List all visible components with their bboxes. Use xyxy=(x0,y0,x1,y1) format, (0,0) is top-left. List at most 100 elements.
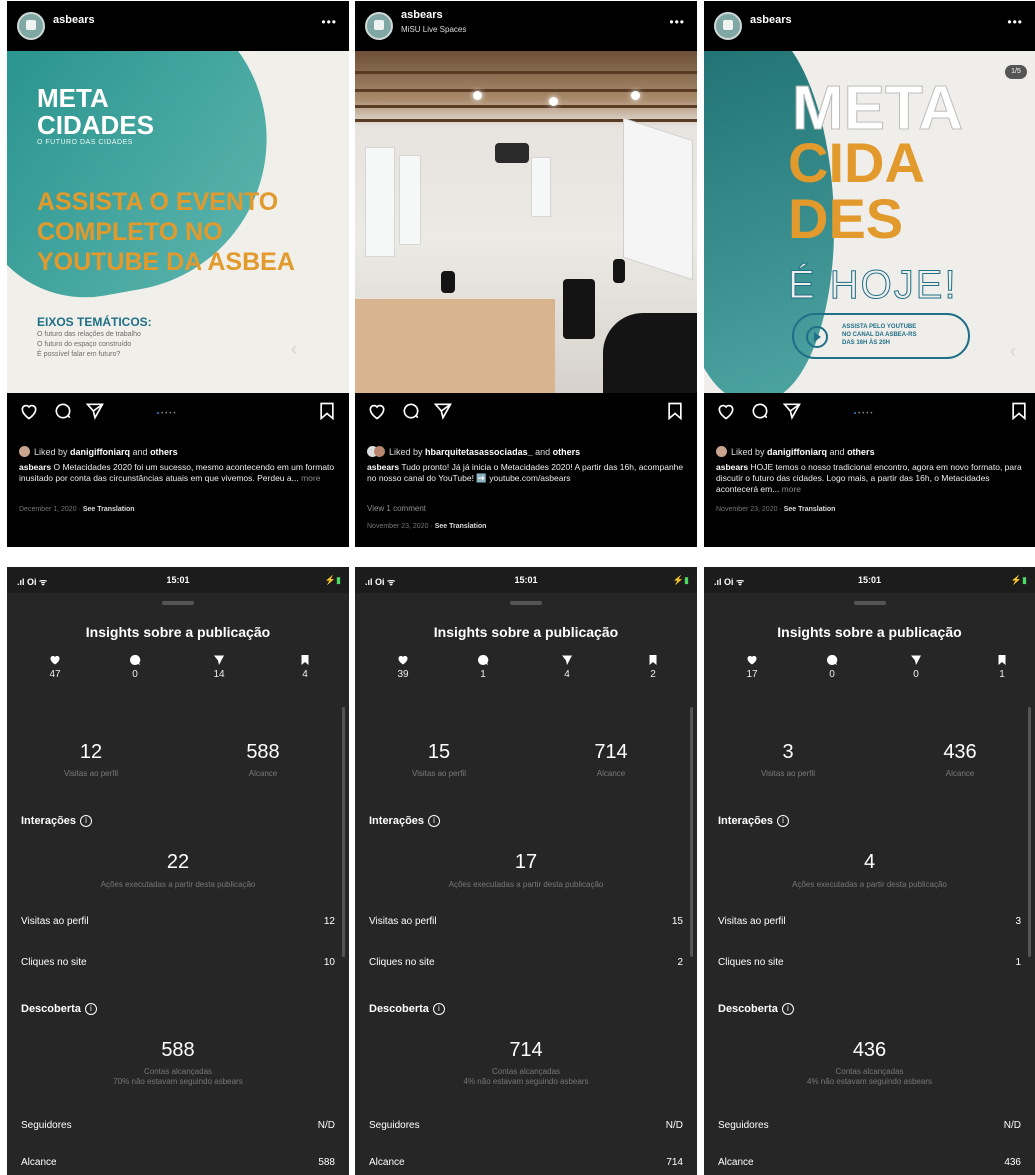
row-followers[interactable]: Seguidores N/D xyxy=(369,1120,683,1131)
info-icon[interactable]: i xyxy=(428,815,441,827)
likes-others[interactable]: others xyxy=(150,447,178,457)
interactions-title: Interações xyxy=(21,815,77,827)
battery-icon: ⚡▮ xyxy=(1010,575,1027,585)
carousel-counter-badge: 1/5 xyxy=(1005,65,1027,79)
camera xyxy=(441,271,455,293)
row-reach[interactable]: Alcance 714 xyxy=(369,1157,683,1168)
row-label: Seguidores xyxy=(21,1120,72,1131)
info-icon[interactable]: i xyxy=(777,815,790,827)
headline-line: YOUTUBE DA ASBEA xyxy=(37,248,295,276)
row-label: Cliques no site xyxy=(718,957,784,968)
row-followers[interactable]: Seguidores N/D xyxy=(718,1120,1021,1131)
row-followers[interactable]: Seguidores N/D xyxy=(21,1120,335,1131)
share-icon[interactable] xyxy=(782,401,802,421)
comments-stat: 0 xyxy=(812,654,852,680)
see-translation-link[interactable]: See Translation xyxy=(784,506,836,513)
accounts-reached-value: 714 xyxy=(509,1039,543,1061)
sheet-handle[interactable] xyxy=(853,601,886,605)
more-link[interactable]: more xyxy=(782,484,801,494)
comment-icon[interactable] xyxy=(401,401,421,421)
caption-username[interactable]: asbears xyxy=(716,462,748,472)
more-link[interactable]: more xyxy=(301,473,320,483)
reach-value: 714 xyxy=(594,741,628,763)
post-image[interactable]: META CIDADES O FUTURO DAS CIDADES ASSIST… xyxy=(7,51,349,393)
sheet-handle[interactable] xyxy=(162,601,194,605)
likes-others[interactable]: others xyxy=(553,447,581,457)
share-icon[interactable] xyxy=(433,401,453,421)
window xyxy=(399,155,421,245)
caption-username[interactable]: asbears xyxy=(19,462,51,472)
post-header: asbears ••• xyxy=(7,1,349,51)
liker-username[interactable]: hbarquitetasassociadas_ xyxy=(425,447,533,457)
scrollbar[interactable] xyxy=(342,707,345,957)
info-icon[interactable]: i xyxy=(80,815,93,827)
comment-icon[interactable] xyxy=(750,401,770,421)
camera xyxy=(603,313,697,393)
post-image[interactable]: 1/5 META CIDA DES É HOJE! ASSISTA PELO Y… xyxy=(704,51,1035,393)
saves-count: 2 xyxy=(650,669,656,680)
comment-icon[interactable] xyxy=(53,401,73,421)
see-translation-link[interactable]: See Translation xyxy=(435,523,487,530)
row-reach[interactable]: Alcance 436 xyxy=(718,1157,1021,1168)
row-label: Alcance xyxy=(369,1157,405,1168)
row-label: Seguidores xyxy=(369,1120,420,1131)
heart-icon[interactable] xyxy=(716,401,736,421)
row-label: Cliques no site xyxy=(369,957,435,968)
post-image[interactable] xyxy=(355,51,697,393)
heart-icon xyxy=(50,655,60,665)
profile-visits-label: Visitas ao perfil xyxy=(63,769,119,778)
bookmark-icon[interactable] xyxy=(317,401,337,421)
info-icon[interactable]: i xyxy=(84,1003,97,1015)
bookmark-icon xyxy=(649,655,657,665)
accounts-reached-label: Contas alcançadas xyxy=(491,1067,561,1076)
info-icon[interactable]: i xyxy=(781,1003,794,1015)
post-username[interactable]: asbears xyxy=(53,14,95,26)
row-reach[interactable]: Alcance 588 xyxy=(21,1157,335,1168)
sheet-handle[interactable] xyxy=(510,601,542,605)
row-profile-visits[interactable]: Visitas ao perfil 15 xyxy=(369,916,683,927)
share-icon[interactable] xyxy=(85,401,105,421)
scrollbar[interactable] xyxy=(690,707,693,957)
row-label: Alcance xyxy=(21,1157,57,1168)
see-translation-link[interactable]: See Translation xyxy=(83,506,135,513)
caption-username[interactable]: asbears xyxy=(367,462,399,472)
reach-value: 436 xyxy=(943,741,977,763)
post-location[interactable]: MiSU Live Spaces xyxy=(401,25,466,34)
comments-stat: 1 xyxy=(463,654,503,680)
row-site-clicks[interactable]: Cliques no site 10 xyxy=(21,957,335,968)
heart-icon[interactable] xyxy=(19,401,39,421)
image-item: É possível falar em futuro? xyxy=(37,351,121,358)
row-site-clicks[interactable]: Cliques no site 2 xyxy=(369,957,683,968)
post-2: asbears MiSU Live Spaces ••• Liked by hb… xyxy=(355,1,697,547)
likes-count: 39 xyxy=(397,669,409,680)
window xyxy=(531,157,551,217)
view-comments-link[interactable]: View 1 comment xyxy=(367,504,426,513)
post-caption: asbears Tudo pronto! Já já inicia o Meta… xyxy=(367,462,687,484)
post-date: December 1, 2020 xyxy=(19,506,77,513)
likes-others[interactable]: others xyxy=(847,447,875,457)
more-icon[interactable]: ••• xyxy=(1007,15,1023,29)
avatar[interactable] xyxy=(714,12,742,40)
caption-text: Tudo pronto! Já já inicia o Metacidades … xyxy=(367,462,684,483)
likes-prefix: Liked by xyxy=(389,447,426,457)
post-date-line: December 1, 2020 · See Translation xyxy=(19,506,135,513)
more-icon[interactable]: ••• xyxy=(321,15,337,29)
heart-icon[interactable] xyxy=(367,401,387,421)
row-profile-visits[interactable]: Visitas ao perfil 3 xyxy=(718,916,1021,927)
post-username[interactable]: asbears xyxy=(750,14,792,26)
avatar[interactable] xyxy=(365,12,393,40)
post-username[interactable]: asbears xyxy=(401,9,443,21)
liker-username[interactable]: danigiffoniarq xyxy=(70,447,130,457)
row-profile-visits[interactable]: Visitas ao perfil 12 xyxy=(21,916,335,927)
scrollbar[interactable] xyxy=(1028,707,1031,957)
more-icon[interactable]: ••• xyxy=(669,15,685,29)
liker-username[interactable]: danigiffoniarq xyxy=(767,447,827,457)
bookmark-icon[interactable] xyxy=(665,401,685,421)
insights-title: Insights sobre a publicação xyxy=(433,624,619,640)
reach-label: Alcance xyxy=(945,769,975,778)
avatar[interactable] xyxy=(17,12,45,40)
info-icon[interactable]: i xyxy=(432,1003,445,1015)
likes-prefix: Liked by xyxy=(731,447,768,457)
row-site-clicks[interactable]: Cliques no site 1 xyxy=(718,957,1021,968)
bookmark-icon[interactable] xyxy=(1009,401,1029,421)
